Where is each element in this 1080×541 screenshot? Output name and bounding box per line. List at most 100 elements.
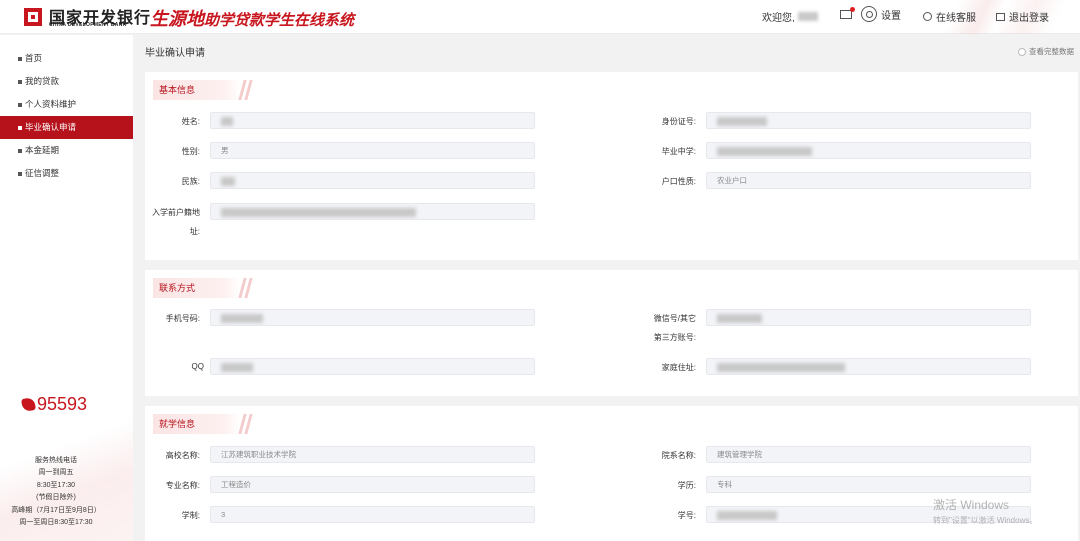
hotline-info-line: 服务热线电话 [35, 457, 77, 464]
hotline-number-text: 95593 [37, 394, 88, 414]
high-school-field[interactable] [706, 142, 1031, 159]
hukou-type-field[interactable]: 农业户口 [706, 172, 1031, 189]
view-full-data-label: 查看完整数据 [1029, 47, 1074, 56]
system-title: 生源地助学贷款学生在线系统 [150, 5, 354, 31]
windows-activation-watermark: 激活 Windows 转到"设置"以激活 Windows。 [933, 496, 1037, 526]
sidebar-item-credit-adjust[interactable]: 征信调整 [0, 162, 133, 185]
wechat-label: 微信号/其它 [653, 314, 696, 323]
logout-label: 退出登录 [1009, 13, 1049, 24]
phone-icon [20, 396, 37, 413]
blurred-value [221, 313, 263, 323]
college-field[interactable]: 江苏建筑职业技术学院 [210, 446, 535, 463]
duration-field[interactable]: 3 [210, 506, 535, 523]
id-number-field[interactable] [706, 112, 1031, 129]
watermark-line-1: 激活 Windows [933, 498, 1010, 512]
ethnicity-field[interactable] [210, 172, 535, 189]
hukou-type-label: 户口性质: [661, 177, 696, 186]
checkbox-icon [1018, 47, 1026, 56]
hukou-address-label-cont: 址: [189, 227, 200, 236]
sidebar-item-label: 毕业确认申请 [25, 122, 77, 132]
phone-label: 手机号码: [165, 314, 200, 323]
watermark-line-2: 转到"设置"以激活 Windows。 [933, 516, 1038, 525]
home-address-field[interactable] [706, 358, 1031, 375]
department-field[interactable]: 建筑管理学院 [706, 446, 1031, 463]
blurred-value [717, 313, 762, 323]
bank-logo-icon [24, 8, 42, 26]
view-full-data-toggle[interactable]: 查看完整数据 [1018, 46, 1074, 57]
hotline-info-line: 周一到周五 [38, 469, 74, 476]
sidebar-item-profile[interactable]: 个人资料维护 [0, 93, 133, 116]
section-title-contact: 联系方式 [153, 278, 241, 298]
ethnicity-label: 民族: [181, 177, 200, 186]
blurred-value [717, 510, 777, 520]
sidebar: 首页 我的贷款 个人资料维护 毕业确认申请 本金延期 征信调整 [0, 35, 133, 541]
tag-stripes [238, 414, 255, 434]
online-service-label: 在线客服 [936, 13, 976, 24]
headset-icon [923, 12, 932, 21]
logout-icon [996, 12, 1005, 21]
basic-info-card: 基本信息 姓名: 身份证号: 性别: 男 毕业中学: 民族: 户口性质: 农业户… [145, 72, 1078, 260]
logout-button[interactable]: 退出登录 [996, 9, 1049, 24]
gender-label: 性别: [181, 147, 200, 156]
system-title-main: 生源地 [150, 9, 204, 29]
sidebar-item-principal-deferral[interactable]: 本金延期 [0, 139, 133, 162]
home-icon [18, 56, 22, 61]
sidebar-item-label: 我的贷款 [25, 76, 60, 86]
wechat-field[interactable] [706, 309, 1031, 326]
tag-stripes [238, 80, 255, 100]
sidebar-item-home[interactable]: 首页 [0, 47, 133, 70]
phone-field[interactable] [210, 309, 535, 326]
tag-stripes [238, 278, 255, 298]
gear-icon [861, 6, 877, 22]
page-title: 毕业确认申请 [145, 48, 205, 59]
student-number-label: 学号: [677, 511, 696, 520]
contact-info-card: 联系方式 手机号码: 微信号/其它 第三方账号: QQ 家庭住址: [145, 270, 1078, 396]
gender-field[interactable]: 男 [210, 142, 535, 159]
message-icon[interactable] [840, 7, 855, 19]
major-label: 专业名称: [165, 481, 200, 490]
user-icon [18, 125, 22, 130]
welcome-text: 欢迎您, [762, 9, 818, 24]
blurred-value [717, 116, 767, 126]
online-service-button[interactable]: 在线客服 [923, 9, 976, 24]
system-title-sub: 助学贷款学生在线系统 [204, 12, 355, 29]
sidebar-item-graduation-confirm[interactable]: 毕业确认申请 [0, 116, 133, 139]
blurred-value [717, 362, 845, 372]
high-school-label: 毕业中学: [661, 147, 696, 156]
section-title-basic: 基本信息 [153, 80, 241, 100]
sidebar-item-label: 个人资料维护 [25, 99, 77, 109]
qq-label: QQ [191, 362, 204, 371]
blurred-value [221, 207, 416, 217]
username-blurred [797, 12, 818, 21]
duration-label: 学制: [181, 511, 200, 520]
profile-icon [18, 102, 22, 107]
id-number-label: 身份证号: [661, 117, 696, 126]
sidebar-item-label: 征信调整 [25, 168, 60, 178]
hukou-address-field[interactable] [210, 203, 535, 220]
qq-field[interactable] [210, 358, 535, 375]
section-title-study: 就学信息 [153, 414, 241, 434]
sidebar-item-label: 首页 [25, 53, 43, 63]
hotline-info-line: 8:30至17:30 [36, 482, 76, 489]
hotline-info-line: 周一至周日8:30至17:30 [19, 519, 93, 526]
hukou-address-label: 入学前户籍地 [152, 208, 200, 217]
hotline-number: 95593 [20, 394, 88, 415]
name-label: 姓名: [181, 117, 200, 126]
top-header: 国家开发银行 CHINA DEVELOPMENT BANK 生源地助学贷款学生在… [0, 0, 1080, 34]
blurred-value [221, 176, 235, 186]
blurred-value [221, 116, 233, 126]
blurred-value [717, 146, 812, 156]
wechat-label-cont: 第三方账号: [653, 333, 696, 342]
settings-label: 设置 [881, 10, 901, 22]
sidebar-item-my-loans[interactable]: 我的贷款 [0, 70, 133, 93]
deferral-icon [18, 148, 22, 153]
major-field[interactable]: 工程造价 [210, 476, 535, 493]
blurred-value [221, 362, 253, 372]
settings-button[interactable]: 设置 [861, 6, 901, 22]
department-label: 院系名称: [661, 451, 696, 460]
home-address-label: 家庭住址: [661, 363, 696, 372]
degree-field[interactable]: 专科 [706, 476, 1031, 493]
name-field[interactable] [210, 112, 535, 129]
hotline-info-line: 高峰期（7月17日至9月8日） [11, 507, 101, 514]
degree-label: 学历: [677, 481, 696, 490]
